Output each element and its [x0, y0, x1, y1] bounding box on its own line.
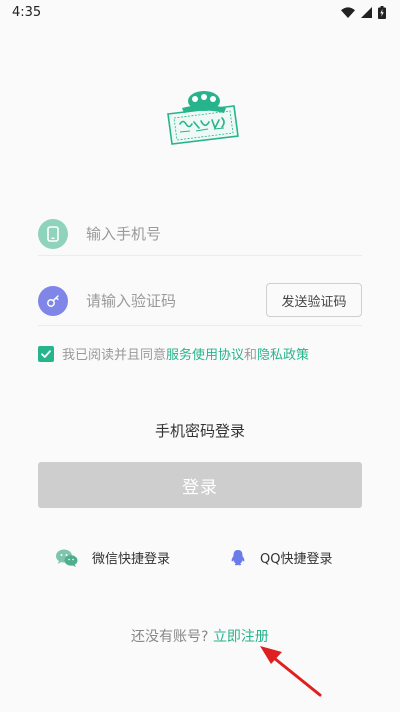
wifi-icon [341, 6, 355, 18]
qq-penguin-icon [231, 549, 245, 565]
password-login-link[interactable]: 手机密码登录 [0, 420, 400, 441]
key-icon [38, 285, 68, 316]
qq-login-label: QQ快捷登录 [260, 552, 333, 567]
annotation-arrow-icon [260, 646, 322, 697]
agreement-prefix: 我已阅读并且同意 [62, 348, 167, 363]
phone-row [38, 212, 362, 256]
register-row: 还没有账号? 立即注册 [0, 626, 400, 646]
privacy-link[interactable]: 隐私政策 [257, 344, 309, 363]
phone-icon [38, 218, 68, 249]
terms-link[interactable]: 服务使用协议 [166, 344, 244, 363]
app-logo [167, 91, 239, 145]
cellular-signal-icon [361, 6, 372, 18]
phone-input[interactable] [86, 224, 362, 243]
status-bar: 4:35 [0, 0, 400, 24]
send-code-button[interactable]: 发送验证码 [266, 283, 362, 317]
wechat-login-button[interactable]: 微信快捷登录 [56, 548, 170, 567]
verification-code-row: 发送验证码 [38, 276, 362, 326]
status-icons [341, 5, 386, 19]
wechat-login-label: 微信快捷登录 [92, 552, 171, 567]
agreement-row: 我已阅读并且同意 服务使用协议 和 隐私政策 [38, 344, 309, 363]
qq-login-button[interactable]: QQ快捷登录 [230, 548, 332, 567]
agreement-and: 和 [244, 348, 258, 363]
agreement-checkbox[interactable] [38, 345, 54, 362]
wechat-icon [56, 549, 78, 567]
register-prompt: 还没有账号? [131, 629, 209, 645]
status-time: 4:35 [12, 4, 42, 20]
login-button[interactable]: 登录 [38, 462, 362, 508]
checkmark-icon [41, 349, 51, 358]
battery-icon [378, 5, 386, 19]
